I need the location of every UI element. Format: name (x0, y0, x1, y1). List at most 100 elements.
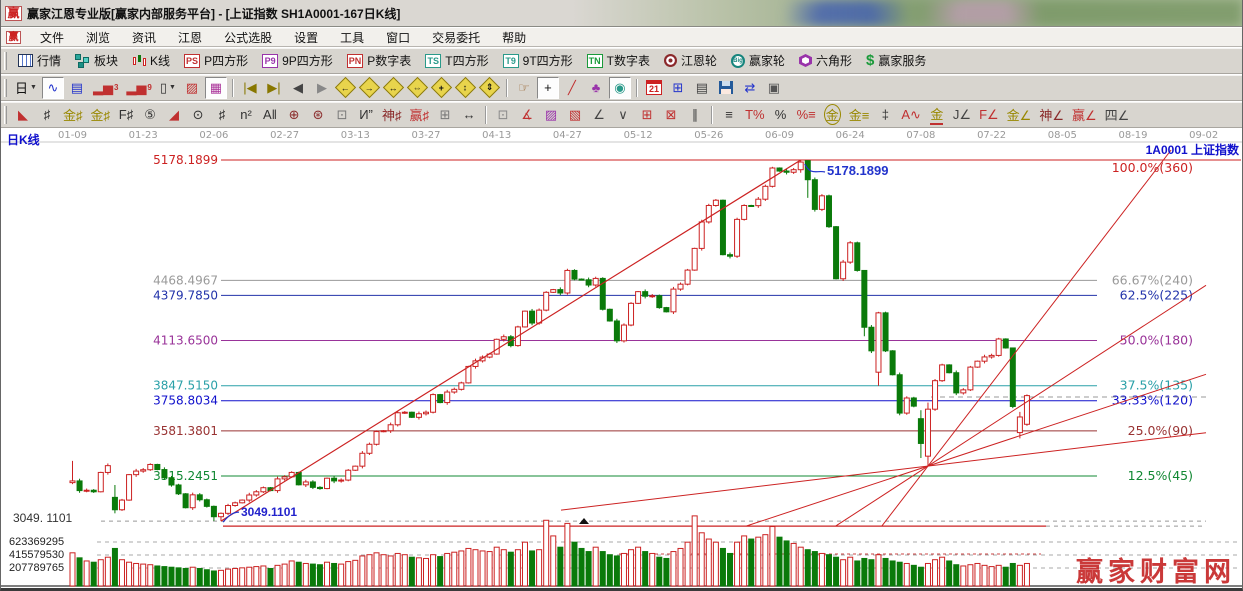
time-ruler-tool[interactable]: ♯ (36, 104, 58, 126)
winner-wheel-button[interactable]: Big 赢家轮 (724, 50, 792, 71)
scroll-left-button[interactable]: ← (335, 76, 357, 99)
first-page-button[interactable]: |◀ (239, 77, 261, 99)
winner-service-button[interactable]: $ 赢家服务 (859, 50, 933, 71)
cycle-clock-tool[interactable]: ⊙ (187, 104, 209, 126)
hexagon-button[interactable]: 六角形 (792, 50, 859, 71)
gold-line-tool[interactable]: 金≡ (846, 104, 873, 126)
zoom-h-button[interactable]: ↔ (383, 76, 405, 99)
ying-ruler-tool[interactable]: 赢♯ (407, 104, 433, 126)
a-wave-tool[interactable]: A∿ (898, 104, 924, 126)
menu-工具[interactable]: 工具 (329, 29, 375, 47)
shen-ruler-tool[interactable]: 神♯ (379, 104, 405, 126)
sectors-button[interactable]: 板块 (68, 50, 125, 71)
p-square-button[interactable]: PS P四方形 (177, 50, 255, 71)
9t-square-button[interactable]: T9 9T四方形 (496, 50, 580, 71)
notepad-button[interactable]: ▤ (691, 77, 713, 99)
gold-circle-tool[interactable]: 金 (821, 104, 844, 126)
toolbar-grip[interactable] (4, 78, 7, 97)
gold-ruler-tool[interactable]: 金♯ (60, 104, 86, 126)
kline-button[interactable]: K线 (125, 50, 177, 71)
toolbar-grip[interactable] (4, 51, 7, 70)
scroll-right-button[interactable]: → (359, 76, 381, 99)
fan-red-tool[interactable]: ∡ (516, 104, 538, 126)
a-mirror-tool[interactable]: A‖ (259, 104, 281, 126)
span-arrow-tool[interactable]: ↔ (458, 104, 480, 126)
volume-pane-button[interactable]: ▦ (204, 76, 227, 99)
zoom-all-button[interactable]: + (431, 76, 453, 99)
ink-pen-tool[interactable]: ‡ (874, 104, 896, 126)
p-number-table-button[interactable]: PN P数字表 (340, 50, 419, 71)
export-button[interactable]: ⇄ (739, 77, 761, 99)
toolbar-grip[interactable] (4, 105, 7, 124)
teal-tool-button[interactable]: ◉ (608, 76, 631, 99)
spiral5-tool[interactable]: ⑤ (139, 104, 161, 126)
grid-red2-tool[interactable]: ⊠ (660, 104, 682, 126)
percent-line-tool[interactable]: %≡ (794, 104, 819, 126)
expand-h-button[interactable]: ⇔ (407, 76, 429, 99)
menu-交易委托[interactable]: 交易委托 (421, 29, 491, 47)
9p-square-button[interactable]: P9 9P四方形 (255, 50, 340, 71)
t-percent-tool[interactable]: T% (742, 104, 768, 126)
menu-窗口[interactable]: 窗口 (375, 29, 421, 47)
menu-设置[interactable]: 设置 (283, 29, 329, 47)
calculator-button[interactable]: ⊞ (667, 77, 689, 99)
grid-red-tool[interactable]: ⊞ (636, 104, 658, 126)
menu-帮助[interactable]: 帮助 (491, 29, 537, 47)
period-day-button[interactable]: 日 ▼ (12, 77, 40, 99)
si-angle-tool[interactable]: 四∠ (1102, 104, 1133, 126)
expand-all-button[interactable]: ⇕ (479, 76, 501, 99)
last-page-button[interactable]: ▶| (263, 77, 285, 99)
box-handle-tool[interactable]: ⊡ (492, 104, 514, 126)
menu-江恩[interactable]: 江恩 (167, 29, 213, 47)
circle-cross-tool[interactable]: ⊕ (283, 104, 305, 126)
parallel-lines-tool[interactable]: ∥ (684, 104, 706, 126)
angle-mark-tool[interactable]: И” (355, 104, 377, 126)
pen-tool[interactable]: ◢ (163, 104, 185, 126)
plain-ruler-tool[interactable]: ♯ (211, 104, 233, 126)
menu-文件[interactable]: 文件 (29, 29, 75, 47)
t-number-table-button[interactable]: TN T数字表 (580, 50, 657, 71)
gann-wheel-button[interactable]: 江恩轮 (657, 50, 724, 71)
crosshair-tool-button[interactable]: + (536, 76, 559, 99)
awl-tool[interactable]: ◣ (12, 104, 34, 126)
v-lines-tool[interactable]: ∨ (612, 104, 634, 126)
hand-tool-button[interactable]: ☞ (513, 77, 535, 99)
j-angle-tool[interactable]: J∠ (950, 104, 974, 126)
f-angle-tool[interactable]: F∠ (976, 104, 1002, 126)
measure-tool-button[interactable]: ╱ (561, 77, 583, 99)
fan-purple-tool[interactable]: ▨ (540, 104, 562, 126)
star-circle-tool[interactable]: ⊛ (307, 104, 329, 126)
shen-angle-tool[interactable]: 神∠ (1036, 104, 1067, 126)
quotes-button[interactable]: 行情 (11, 50, 68, 71)
purple-tool-button[interactable]: ♣ (585, 77, 607, 99)
print-button[interactable]: ▣ (763, 77, 785, 99)
chart-area[interactable]: 01-09 01-23 02-06 02-27 03-13 03-27 04-13 04-27… (1, 128, 1243, 591)
list-k-tool[interactable]: ≡ (718, 104, 740, 126)
gold-ruler2-tool[interactable]: 金♯ (88, 104, 114, 126)
percent-tool[interactable]: % (770, 104, 792, 126)
gold-underline-tool[interactable]: 金 (926, 104, 948, 126)
pattern-button[interactable]: ▨ (181, 77, 203, 99)
gold-angle-tool[interactable]: 金∠ (1004, 104, 1035, 126)
menu-浏览[interactable]: 浏览 (75, 29, 121, 47)
t-square-button[interactable]: TS T四方形 (418, 50, 495, 71)
menu-资讯[interactable]: 资讯 (121, 29, 167, 47)
fan-box-tool[interactable]: ▧ (564, 104, 586, 126)
bars-3-button[interactable]: ▂▅ 3 (90, 77, 121, 99)
angle-lines-tool[interactable]: ∠ (588, 104, 610, 126)
bars-9-button[interactable]: ▂▅ 9 (123, 77, 154, 99)
calendar-button[interactable]: 21 (643, 77, 665, 99)
save-button[interactable] (715, 77, 737, 99)
f-ruler-tool[interactable]: F♯ (115, 104, 137, 126)
prev-page-button[interactable]: ◀ (287, 77, 309, 99)
kline-chart[interactable]: 01-09 01-23 02-06 02-27 03-13 03-27 04-13 04-27… (1, 128, 1243, 591)
n-squared-tool[interactable]: n² (235, 104, 257, 126)
menu-公式选股[interactable]: 公式选股 (213, 29, 283, 47)
grid-123-tool[interactable]: ⊞ (434, 104, 456, 126)
info-note-button[interactable]: ▤ (66, 77, 88, 99)
next-page-button[interactable]: ▶ (311, 77, 333, 99)
zigzag-overlay-button[interactable]: ∿ (41, 76, 64, 99)
candle-style-button[interactable]: ▯ ▼ (157, 77, 179, 99)
ying-angle-tool[interactable]: 赢∠ (1069, 104, 1100, 126)
square-target-tool[interactable]: ⊡ (331, 104, 353, 126)
